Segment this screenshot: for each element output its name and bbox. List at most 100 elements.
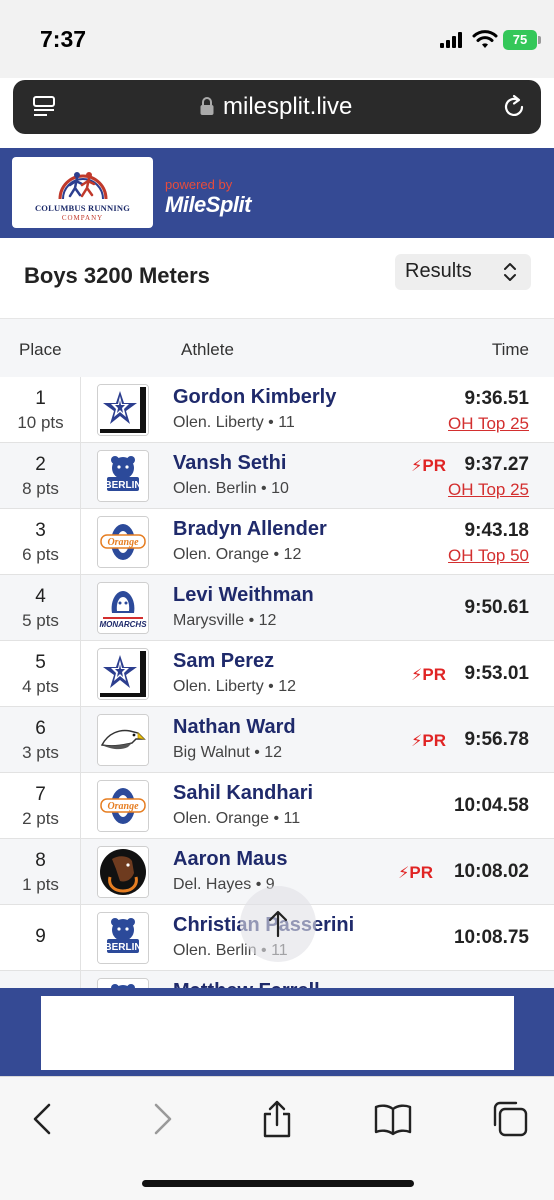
athlete-name[interactable]: Bradyn Allender (173, 518, 327, 541)
chevron-up-down-icon (504, 263, 516, 281)
place-number: 4 (35, 586, 46, 607)
team-logo[interactable]: Orange (97, 516, 149, 568)
svg-text:Orange: Orange (107, 537, 139, 548)
state-rank-link[interactable]: OH Top 25 (448, 480, 529, 500)
athlete-name[interactable]: Gordon Kimberly (173, 386, 336, 409)
reload-icon[interactable] (500, 93, 528, 121)
pr-badge: ⚡︎PR (411, 731, 446, 751)
place-number: 8 (35, 850, 46, 871)
result-row[interactable]: 6 3 pts Nathan Ward Big Walnut • 12 9:56.78 ⚡… (0, 707, 554, 773)
arrow-up-icon (268, 910, 288, 938)
url-bar[interactable]: milesplit.live (13, 80, 541, 134)
svg-text:BERLIN: BERLIN (104, 942, 141, 953)
lock-icon (200, 97, 214, 115)
battery-icon: 75 (503, 30, 541, 50)
place-cell: 9 (0, 905, 81, 971)
header-athlete: Athlete (181, 340, 234, 359)
place-points: 10 pts (17, 413, 64, 432)
bookmarks-icon[interactable] (373, 1099, 413, 1139)
table-header: Place Athlete Time (0, 319, 554, 377)
result-row[interactable]: 3 6 pts Orange Bradyn Allender Olen. Orange … (0, 509, 554, 575)
athlete-team-grade: Olen. Liberty • 11 (173, 414, 295, 431)
place-number: 1 (35, 388, 46, 409)
result-row[interactable]: 2 8 pts BERLIN Vansh Sethi Olen. Berlin • 10… (0, 443, 554, 509)
lightning-icon: ⚡︎ (411, 458, 423, 475)
team-logo[interactable] (97, 648, 149, 700)
result-row[interactable]: 1 10 pts Gordon Kimberly Olen. Liberty • 11… (0, 377, 554, 443)
team-logo[interactable]: BERLIN (97, 912, 149, 964)
reader-mode-icon[interactable] (31, 94, 57, 120)
home-indicator (142, 1180, 414, 1187)
place-cell: 8 1 pts (0, 839, 81, 905)
forward-icon[interactable] (142, 1099, 182, 1139)
pr-badge: ⚡︎PR (411, 665, 446, 685)
wifi-icon (472, 30, 498, 48)
team-logo[interactable] (97, 846, 149, 898)
share-icon[interactable] (257, 1099, 297, 1139)
team-logo[interactable]: BERLIN (97, 450, 149, 502)
result-time: 10:08.02 (453, 861, 529, 882)
svg-text:BERLIN: BERLIN (104, 480, 141, 491)
place-cell: 4 5 pts (0, 575, 81, 641)
status-bar: 7:37 75 (0, 0, 554, 78)
state-rank-link[interactable]: OH Top 50 (448, 546, 529, 566)
pr-label: PR (409, 863, 433, 882)
url-text[interactable]: milesplit.live (223, 93, 352, 121)
team-logo[interactable] (97, 714, 149, 766)
place-number: 5 (35, 652, 46, 673)
athlete-name[interactable]: Vansh Sethi (173, 452, 286, 475)
team-logo[interactable]: Orange (97, 780, 149, 832)
athlete-name[interactable]: Nathan Ward (173, 716, 296, 739)
athlete-name[interactable]: Sam Perez (173, 650, 274, 673)
lightning-icon: ⚡︎ (411, 733, 423, 750)
result-time: 9:53.01 (464, 663, 529, 684)
runners-icon (58, 172, 108, 200)
place-points: 6 pts (22, 545, 59, 564)
lightning-icon: ⚡︎ (398, 865, 410, 882)
pr-label: PR (422, 456, 446, 475)
place-cell: 7 2 pts (0, 773, 81, 839)
place-cell: 1 10 pts (0, 377, 81, 443)
tabs-icon[interactable] (490, 1099, 530, 1139)
pr-label: PR (422, 665, 446, 684)
svg-text:MONARCHS: MONARCHS (99, 620, 147, 629)
scroll-to-top-button[interactable] (240, 886, 316, 962)
team-logo[interactable]: MONARCHS (97, 582, 149, 634)
result-row[interactable]: 4 5 pts MONARCHS Levi Weithman Marysville • … (0, 575, 554, 641)
lightning-icon: ⚡︎ (411, 667, 423, 684)
athlete-team-grade: Marysville • 12 (173, 612, 277, 629)
powered-by-label: powered by (165, 177, 233, 192)
back-icon[interactable] (23, 1099, 63, 1139)
status-time: 7:37 (40, 26, 87, 52)
state-rank-link[interactable]: OH Top 25 (448, 414, 529, 434)
place-cell: 6 3 pts (0, 707, 81, 773)
pr-badge: ⚡︎PR (398, 863, 433, 883)
athlete-name[interactable]: Sahil Kandhari (173, 782, 313, 805)
athlete-team-grade: Olen. Orange • 11 (173, 810, 301, 827)
place-points: 5 pts (22, 611, 59, 630)
place-cell: 5 4 pts (0, 641, 81, 707)
result-row[interactable]: 5 4 pts Sam Perez Olen. Liberty • 12 9:53.01… (0, 641, 554, 707)
results-view-select[interactable]: Results (395, 254, 531, 290)
milesplit-logo[interactable]: MileSplit (165, 192, 251, 218)
place-cell: 2 8 pts (0, 443, 81, 509)
place-number: 9 (35, 926, 46, 947)
result-row[interactable]: 7 2 pts Orange Sahil Kandhari Olen. Orange •… (0, 773, 554, 839)
team-logo[interactable] (97, 384, 149, 436)
pr-badge: ⚡︎PR (411, 456, 446, 476)
result-time: 9:37.27 (464, 454, 529, 475)
sponsor-logo[interactable]: COLUMBUS RUNNING COMPANY (12, 157, 153, 228)
athlete-name[interactable]: Aaron Maus (173, 848, 287, 871)
place-number: 7 (35, 784, 46, 805)
place-points: 4 pts (22, 677, 59, 696)
ad-slot[interactable] (41, 996, 514, 1070)
place-number: 6 (35, 718, 46, 739)
athlete-name[interactable]: Levi Weithman (173, 584, 314, 607)
place-number: 3 (35, 520, 46, 541)
athlete-team-grade: Olen. Berlin • 10 (173, 480, 289, 497)
event-title: Boys 3200 Meters (24, 263, 210, 288)
cellular-signal-icon (440, 32, 466, 48)
result-time: 9:43.18 (464, 520, 529, 541)
place-points: 2 pts (22, 809, 59, 828)
result-time: 9:56.78 (464, 729, 529, 750)
